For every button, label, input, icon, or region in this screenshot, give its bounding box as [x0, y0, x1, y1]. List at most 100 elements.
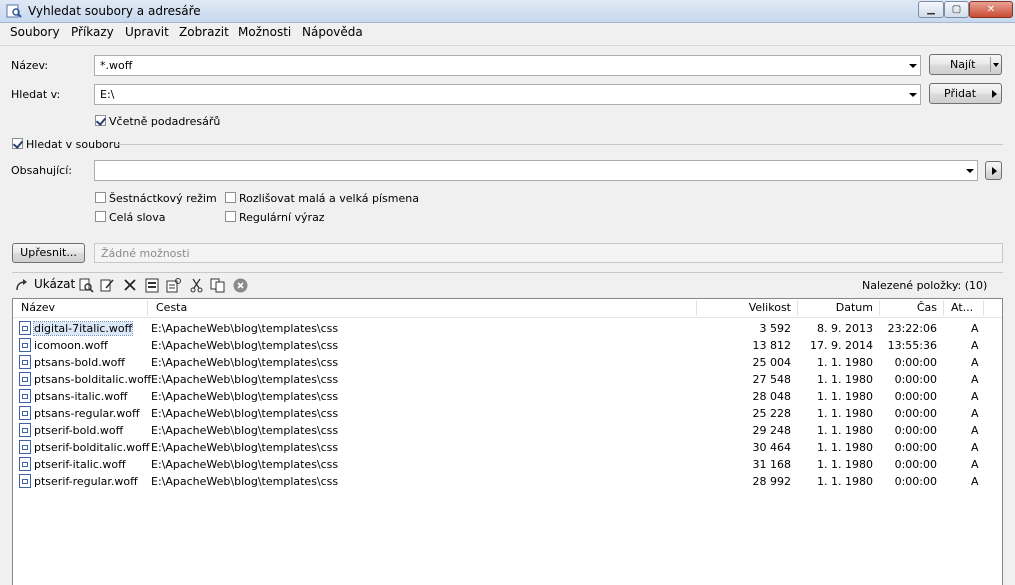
cell-date: 1. 1. 1980	[817, 356, 873, 369]
containing-combo[interactable]	[94, 160, 978, 181]
arrow-right-icon	[992, 90, 997, 98]
regex-checkbox[interactable]	[225, 211, 236, 222]
column-header-time[interactable]: Čas	[885, 301, 937, 314]
maximize-button[interactable]: ▢	[944, 1, 969, 18]
cell-name: icomoon.woff	[34, 339, 108, 352]
results-list[interactable]: Název Cesta Velikost Datum Čas At... dig…	[12, 298, 1003, 585]
options-summary-box: Žádné možnosti	[94, 243, 1003, 263]
find-button[interactable]: Najít	[929, 54, 1002, 75]
cell-size: 28 992	[752, 475, 792, 488]
menu-soubory[interactable]: Soubory	[10, 25, 60, 39]
css-file-icon	[19, 321, 31, 335]
containing-options-button[interactable]	[985, 161, 1002, 180]
cell-date: 1. 1. 1980	[817, 458, 873, 471]
table-row[interactable]: icomoon.woff E:\ApacheWeb\blog\templates\…	[13, 337, 1002, 354]
cell-name: ptserif-regular.woff	[34, 475, 138, 488]
delete-icon[interactable]	[123, 278, 137, 292]
column-header-date[interactable]: Datum	[803, 301, 873, 314]
cell-name: ptsans-regular.woff	[34, 407, 140, 420]
archive-icon[interactable]	[145, 278, 159, 293]
table-row[interactable]: ptserif-bold.woff E:\ApacheWeb\blog\templ…	[13, 422, 1002, 439]
menu-upravit[interactable]: Upravit	[125, 25, 169, 39]
cell-attr: A	[971, 441, 979, 454]
whole-words-checkbox[interactable]	[95, 211, 106, 222]
add-button-label: Přidat	[944, 87, 977, 100]
table-row[interactable]: ptsans-italic.woff E:\ApacheWeb\blog\temp…	[13, 388, 1002, 405]
show-button[interactable]: Ukázat	[15, 277, 75, 293]
edit-icon[interactable]	[100, 278, 115, 293]
search-in-combo[interactable]: E:\	[94, 84, 921, 105]
table-row[interactable]: ptserif-regular.woff E:\ApacheWeb\blog\te…	[13, 473, 1002, 490]
name-combo[interactable]: *.woff	[94, 55, 921, 76]
cell-time: 0:00:00	[894, 407, 937, 420]
split-divider	[990, 57, 991, 72]
table-row[interactable]: ptserif-italic.woff E:\ApacheWeb\blog\tem…	[13, 456, 1002, 473]
copy-icon[interactable]	[210, 278, 226, 293]
table-row[interactable]: ptsans-bold.woff E:\ApacheWeb\blog\templa…	[13, 354, 1002, 371]
group-separator	[116, 144, 1003, 145]
column-header-name[interactable]: Název	[21, 301, 55, 314]
chevron-down-icon[interactable]	[909, 93, 917, 97]
cell-attr: A	[971, 407, 979, 420]
cell-name: ptsans-bolditalic.woff	[34, 373, 152, 386]
header-bottom-line	[13, 317, 1002, 318]
close-button[interactable]: ✕	[969, 1, 1013, 18]
minimize-button[interactable]: ▁	[918, 1, 944, 18]
cell-size: 28 048	[752, 390, 792, 403]
cell-path: E:\ApacheWeb\blog\templates\css	[151, 373, 339, 386]
no-options-text: Žádné možnosti	[101, 247, 190, 260]
table-row[interactable]: ptsans-bolditalic.woff E:\ApacheWeb\blog\…	[13, 371, 1002, 388]
cut-icon[interactable]	[190, 278, 203, 293]
hex-mode-label: Šestnáctkový režim	[109, 192, 217, 205]
go-arrow-icon	[16, 279, 27, 291]
cell-path: E:\ApacheWeb\blog\templates\css	[151, 441, 339, 454]
cell-size: 13 812	[752, 339, 792, 352]
column-divider[interactable]	[943, 300, 944, 316]
column-divider[interactable]	[797, 300, 798, 316]
cell-path: E:\ApacheWeb\blog\templates\css	[151, 390, 339, 403]
css-file-icon	[19, 423, 31, 437]
dropdown-arrow-icon[interactable]	[993, 63, 999, 67]
cell-date: 8. 9. 2013	[817, 322, 873, 335]
menu-moznosti[interactable]: Možnosti	[238, 25, 291, 39]
column-header-size[interactable]: Velikost	[703, 301, 791, 314]
column-header-path[interactable]: Cesta	[156, 301, 187, 314]
case-sensitive-label: Rozlišovat malá a velká písmena	[239, 192, 419, 205]
cell-attr: A	[971, 458, 979, 471]
clear-icon[interactable]	[233, 278, 248, 293]
menu-bar: Soubory Příkazy Upravit Zobrazit Možnost…	[0, 23, 1015, 43]
menu-prikazy[interactable]: Příkazy	[71, 25, 114, 39]
cell-size: 30 464	[752, 441, 792, 454]
cell-path: E:\ApacheWeb\blog\templates\css	[151, 322, 339, 335]
refine-button[interactable]: Upřesnit...	[12, 243, 85, 263]
case-sensitive-checkbox[interactable]	[225, 192, 236, 203]
cell-time: 0:00:00	[894, 441, 937, 454]
css-file-icon	[19, 406, 31, 420]
add-button[interactable]: Přidat	[929, 83, 1002, 104]
cell-attr: A	[971, 373, 979, 386]
chevron-down-icon[interactable]	[966, 169, 974, 173]
search-folder-icon	[6, 4, 22, 18]
search-in-file-checkbox[interactable]	[12, 138, 23, 149]
table-row[interactable]: ptserif-bolditalic.woff E:\ApacheWeb\blog…	[13, 439, 1002, 456]
column-divider[interactable]	[983, 300, 984, 316]
properties-icon[interactable]	[166, 278, 181, 293]
menu-napoveda[interactable]: Nápověda	[302, 25, 363, 39]
css-file-icon	[19, 474, 31, 488]
regex-label: Regulární výraz	[239, 211, 325, 224]
chevron-down-icon[interactable]	[909, 64, 917, 68]
css-file-icon	[19, 372, 31, 386]
column-divider[interactable]	[879, 300, 880, 316]
hex-mode-checkbox[interactable]	[95, 192, 106, 203]
menu-zobrazit[interactable]: Zobrazit	[179, 25, 229, 39]
view-icon[interactable]	[79, 278, 94, 293]
column-header-attr[interactable]: At...	[951, 301, 973, 314]
cell-attr: A	[971, 322, 979, 335]
column-divider[interactable]	[696, 300, 697, 316]
cell-name: digital-7italic.woff	[32, 321, 134, 336]
table-row[interactable]: ptsans-regular.woff E:\ApacheWeb\blog\tem…	[13, 405, 1002, 422]
column-divider[interactable]	[147, 300, 148, 316]
table-row[interactable]: digital-7italic.woff E:\ApacheWeb\blog\te…	[13, 320, 1002, 337]
cell-path: E:\ApacheWeb\blog\templates\css	[151, 356, 339, 369]
subfolders-checkbox[interactable]	[95, 115, 106, 126]
